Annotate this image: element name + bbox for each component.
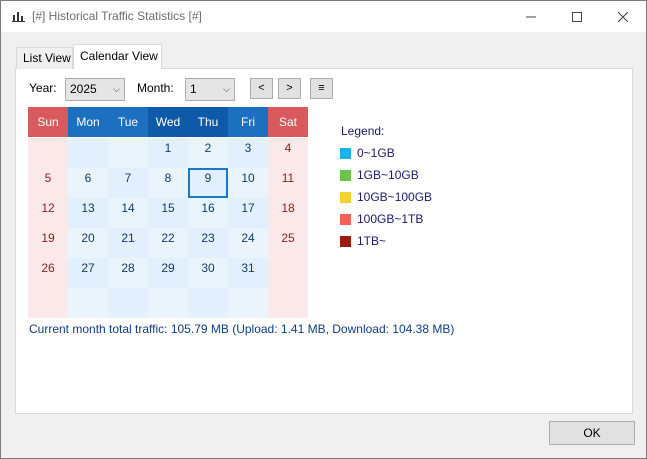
legend-swatch (340, 192, 351, 203)
calendar-day-cell[interactable]: 18 (268, 198, 308, 228)
tab-list-view[interactable]: List View (16, 47, 73, 69)
weekday-header: Mon (68, 107, 108, 137)
menu-button[interactable]: ≡ (310, 78, 333, 99)
calendar-day-cell[interactable]: 1 (148, 138, 188, 168)
calendar-empty-cell (68, 138, 108, 168)
bar-chart-icon (12, 12, 25, 22)
maximize-icon (572, 11, 582, 22)
calendar-day-cell[interactable]: 8 (148, 168, 188, 198)
calendar-grid: Sun Mon Tue Wed Thu Fri Sat 1 2 3 4 5 6 7 8 9 10 11 12 13 14… (28, 107, 308, 318)
legend-swatch (340, 170, 351, 181)
calendar-day-cell[interactable]: 26 (28, 258, 68, 288)
calendar-day-cell[interactable]: 28 (108, 258, 148, 288)
calendar-empty-cell (108, 288, 148, 318)
month-select[interactable]: 1 ⌵ (185, 78, 235, 101)
calendar-empty-cell (28, 138, 68, 168)
calendar-empty-cell (28, 288, 68, 318)
calendar-day-cell[interactable]: 3 (228, 138, 268, 168)
calendar-day-cell[interactable]: 24 (228, 228, 268, 258)
calendar-day-cell[interactable]: 10 (228, 168, 268, 198)
calendar-day-cell[interactable]: 12 (28, 198, 68, 228)
next-month-button[interactable]: > (278, 78, 301, 99)
year-value: 2025 (70, 82, 97, 96)
prev-month-button[interactable]: < (250, 78, 273, 99)
minimize-icon (526, 16, 536, 17)
calendar-day-cell[interactable]: 13 (68, 198, 108, 228)
legend-label: 1TB~ (357, 234, 387, 248)
calendar-day-cell[interactable]: 7 (108, 168, 148, 198)
calendar-day-cell[interactable]: 30 (188, 258, 228, 288)
month-label: Month: (137, 81, 174, 95)
legend-swatch (340, 236, 351, 247)
ok-button[interactable]: OK (549, 421, 635, 445)
calendar-empty-cell (268, 258, 308, 288)
weekday-header: Sun (28, 107, 68, 137)
calendar-day-cell[interactable]: 5 (28, 168, 68, 198)
calendar-day-cell[interactable]: 31 (228, 258, 268, 288)
maximize-button[interactable] (554, 1, 600, 32)
calendar-day-cell[interactable]: 27 (68, 258, 108, 288)
close-button[interactable] (600, 1, 646, 32)
calendar-empty-cell (268, 288, 308, 318)
calendar-empty-cell (68, 288, 108, 318)
calendar-day-cell[interactable]: 4 (268, 138, 308, 168)
weekday-header: Fri (228, 107, 268, 137)
month-value: 1 (190, 82, 197, 96)
close-icon (618, 11, 628, 22)
weekday-header: Sat (268, 107, 308, 137)
calendar-day-cell[interactable]: 19 (28, 228, 68, 258)
year-select[interactable]: 2025 ⌵ (65, 78, 125, 101)
year-label: Year: (29, 81, 57, 95)
calendar-day-cell[interactable]: 29 (148, 258, 188, 288)
weekday-header: Thu (188, 107, 228, 137)
title-bar[interactable]: [#] Historical Traffic Statistics [#] (1, 1, 646, 32)
calendar-empty-cell (188, 288, 228, 318)
legend-swatch (340, 148, 351, 159)
calendar-day-cell[interactable]: 23 (188, 228, 228, 258)
legend-label: 0~1GB (357, 146, 395, 160)
legend-label: 100GB~1TB (357, 212, 424, 226)
weekday-header: Wed (148, 107, 188, 137)
calendar-day-cell[interactable]: 25 (268, 228, 308, 258)
legend-swatch (340, 214, 351, 225)
legend-label: 10GB~100GB (357, 190, 433, 204)
calendar-day-cell[interactable]: 15 (148, 198, 188, 228)
minimize-button[interactable] (508, 1, 554, 32)
calendar-day-cell[interactable]: 6 (68, 168, 108, 198)
calendar-empty-cell (228, 288, 268, 318)
calendar-empty-cell (108, 138, 148, 168)
window-title: [#] Historical Traffic Statistics [#] (32, 9, 202, 23)
monthly-total-summary: Current month total traffic: 105.79 MB (… (29, 322, 455, 336)
calendar-day-cell[interactable]: 2 (188, 138, 228, 168)
calendar-empty-cell (148, 288, 188, 318)
calendar-day-cell[interactable]: 14 (108, 198, 148, 228)
chevron-down-icon: ⌵ (113, 84, 120, 94)
weekday-header: Tue (108, 107, 148, 137)
calendar-day-cell[interactable]: 21 (108, 228, 148, 258)
tab-calendar-view[interactable]: Calendar View (73, 44, 162, 69)
legend-title: Legend: (341, 124, 385, 138)
calendar-day-cell[interactable]: 17 (228, 198, 268, 228)
calendar-day-cell[interactable]: 20 (68, 228, 108, 258)
calendar-day-cell[interactable]: 16 (188, 198, 228, 228)
calendar-day-cell[interactable]: 22 (148, 228, 188, 258)
calendar-day-cell[interactable]: 11 (268, 168, 308, 198)
calendar-day-cell[interactable]: 9 (188, 168, 228, 198)
legend-label: 1GB~10GB (357, 168, 419, 182)
traffic-window: [#] Historical Traffic Statistics [#] Li… (0, 0, 647, 459)
chevron-down-icon: ⌵ (223, 84, 230, 94)
